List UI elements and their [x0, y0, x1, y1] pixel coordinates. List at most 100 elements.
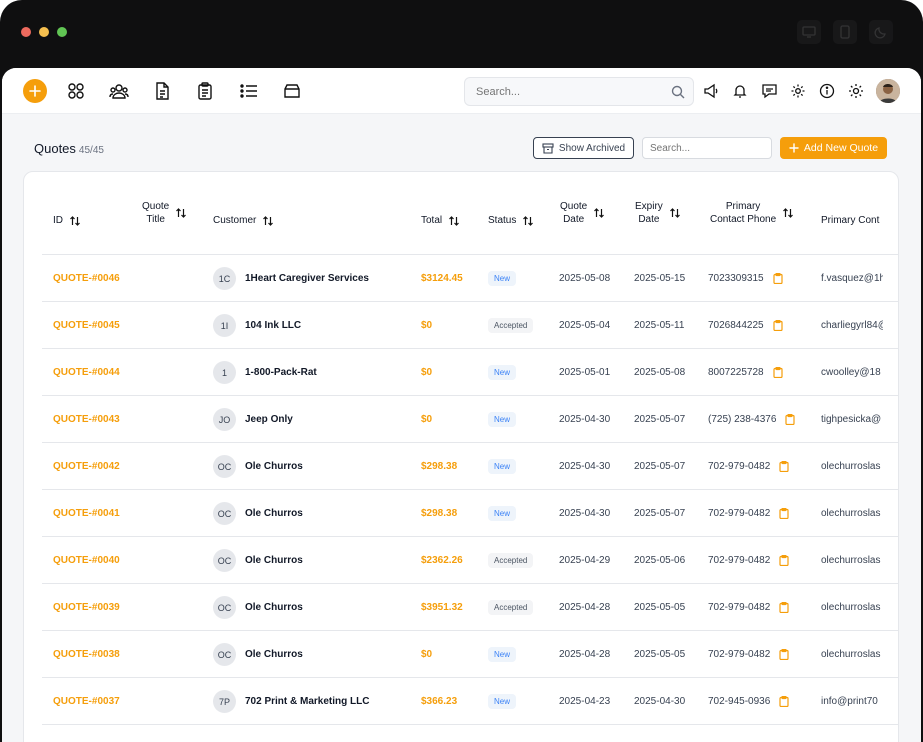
browser-window: Quotes45/45 Show Archived Add New Quote … [0, 0, 923, 742]
maximize-window-dot[interactable] [57, 27, 67, 37]
tablet-icon[interactable] [833, 20, 857, 44]
global-search-input[interactable] [465, 78, 655, 105]
copy-clipboard-icon[interactable] [779, 508, 789, 519]
column-header-primary-contact-email[interactable]: Primary Cont [821, 214, 879, 227]
table-row[interactable]: QUOTE-#0039 OC Ole Churros $3951.32 Accepted… [42, 584, 898, 631]
plus-circle-icon[interactable] [23, 79, 47, 103]
customer-name[interactable]: Ole Churros [245, 602, 303, 613]
table-row[interactable]: QUOTE-#0040 OC Ole Churros $2362.26 Accepted… [42, 537, 898, 584]
table-row[interactable]: QUOTE-#0041 OC Ole Churros $298.38 New 2025-0… [42, 490, 898, 537]
plus-icon [789, 143, 799, 153]
status-badge: New [488, 647, 517, 662]
customer-name[interactable]: Ole Churros [245, 461, 303, 472]
quote-id-link[interactable]: QUOTE-#0039 [53, 602, 120, 613]
customer-name[interactable]: 1-800-Pack-Rat [245, 367, 317, 378]
table-row[interactable]: QUOTE-#0044 1 1-800-Pack-Rat $0 New 2025-05-0… [42, 349, 898, 396]
minimize-window-dot[interactable] [39, 27, 49, 37]
monitor-icon[interactable] [797, 20, 821, 44]
primary-contact-email: olechurroslas [821, 649, 881, 660]
sort-icon[interactable] [175, 207, 187, 219]
column-header-label: Primary Contact Phone [710, 201, 777, 225]
sun-icon[interactable] [847, 82, 865, 100]
sort-icon[interactable] [782, 207, 794, 219]
copy-clipboard-icon[interactable] [779, 461, 789, 472]
customer-name[interactable]: 104 Ink LLC [245, 320, 301, 331]
customer-name[interactable]: 702 Print & Marketing LLC [245, 696, 369, 707]
copy-clipboard-icon[interactable] [779, 649, 789, 660]
close-window-dot[interactable] [21, 27, 31, 37]
customer-name[interactable]: Jeep Only [245, 414, 293, 425]
quotes-search[interactable] [642, 137, 772, 159]
quote-id-link[interactable]: QUOTE-#0045 [53, 320, 120, 331]
customer-name[interactable]: Ole Churros [245, 649, 303, 660]
sort-icon[interactable] [448, 215, 460, 227]
avatar[interactable] [876, 79, 900, 103]
expiry-date: 2025-05-07 [634, 414, 686, 425]
copy-clipboard-icon[interactable] [785, 414, 795, 425]
quote-id-link[interactable]: QUOTE-#0046 [53, 273, 120, 284]
status-badge: New [488, 365, 517, 380]
clipboard-icon[interactable] [195, 81, 215, 101]
table-row[interactable]: QUOTE-#0045 1I 104 Ink LLC $0 Accepted 2025-0… [42, 302, 898, 349]
column-header-status[interactable]: Status [488, 214, 534, 227]
quote-id-link[interactable]: QUOTE-#0038 [53, 649, 120, 660]
quote-id-link[interactable]: QUOTE-#0042 [53, 461, 120, 472]
global-search[interactable] [464, 77, 694, 106]
column-header-label: Total [421, 215, 443, 226]
dashboard-grid-icon[interactable] [66, 81, 86, 101]
customer-avatar: OC [213, 643, 236, 666]
sort-icon[interactable] [69, 215, 81, 227]
column-header-total[interactable]: Total [421, 214, 460, 227]
quote-id-link[interactable]: QUOTE-#0040 [53, 555, 120, 566]
copy-clipboard-icon[interactable] [773, 367, 783, 378]
column-header-id[interactable]: ID [53, 214, 81, 227]
chat-icon[interactable] [760, 82, 778, 100]
sort-icon[interactable] [593, 207, 605, 219]
table-row[interactable]: QUOTE-#0046 1C 1Heart Caregiver Services $3… [42, 255, 898, 302]
customers-icon[interactable] [109, 81, 129, 101]
primary-contact-email: f.vasquez@1h [821, 273, 883, 284]
column-header-customer[interactable]: Customer [213, 214, 274, 227]
quote-id-link[interactable]: QUOTE-#0037 [53, 696, 120, 707]
sort-icon[interactable] [522, 215, 534, 227]
copy-clipboard-icon[interactable] [779, 602, 789, 613]
table-row[interactable]: QUOTE-#0043 JO Jeep Only $0 New 2025-04-30 202… [42, 396, 898, 443]
bell-icon[interactable] [731, 82, 749, 100]
sort-icon[interactable] [262, 215, 274, 227]
copy-clipboard-icon[interactable] [773, 273, 783, 284]
add-new-quote-button[interactable]: Add New Quote [780, 137, 887, 159]
column-header-quote-date[interactable]: Quote Date [560, 200, 605, 226]
column-header-expiry-date[interactable]: Expiry Date [635, 200, 681, 226]
document-icon[interactable] [152, 81, 172, 101]
quote-id-link[interactable]: QUOTE-#0041 [53, 508, 120, 519]
quotes-search-input[interactable] [643, 138, 771, 159]
table-row[interactable]: QUOTE-#0042 OC Ole Churros $298.38 New 2025-0… [42, 443, 898, 490]
quote-total: $0 [421, 367, 433, 378]
copy-clipboard-icon[interactable] [773, 320, 783, 331]
customer-name[interactable]: Ole Churros [245, 555, 303, 566]
moon-icon[interactable] [869, 20, 893, 44]
customer-avatar: 7P [213, 690, 236, 713]
table-row[interactable]: QUOTE-#0037 7P 702 Print & Marketing LLC $3… [42, 678, 898, 725]
column-header-label: Quote Title [142, 201, 170, 225]
table-row[interactable]: QUOTE-#0038 OC Ole Churros $0 New 2025-04-28 2… [42, 631, 898, 678]
info-icon[interactable] [818, 82, 836, 100]
customer-avatar: JO [213, 408, 236, 431]
copy-clipboard-icon[interactable] [779, 555, 789, 566]
search-icon[interactable] [671, 85, 685, 104]
list-icon[interactable] [239, 81, 259, 101]
quote-id-link[interactable]: QUOTE-#0044 [53, 367, 120, 378]
archive-box-icon[interactable] [282, 81, 302, 101]
gear-icon[interactable] [789, 82, 807, 100]
megaphone-icon[interactable] [702, 82, 720, 100]
column-header-primary-contact-phone[interactable]: Primary Contact Phone [710, 200, 794, 226]
copy-clipboard-icon[interactable] [779, 696, 789, 707]
customer-name[interactable]: 1Heart Caregiver Services [245, 273, 369, 284]
customer-name[interactable]: Ole Churros [245, 508, 303, 519]
quote-total: $298.38 [421, 508, 458, 519]
column-header-quote-title[interactable]: Quote Title [142, 200, 187, 226]
sort-icon[interactable] [669, 207, 681, 219]
primary-contact-phone: 7023309315 [708, 273, 764, 284]
quote-id-link[interactable]: QUOTE-#0043 [53, 414, 120, 425]
show-archived-button[interactable]: Show Archived [533, 137, 634, 159]
